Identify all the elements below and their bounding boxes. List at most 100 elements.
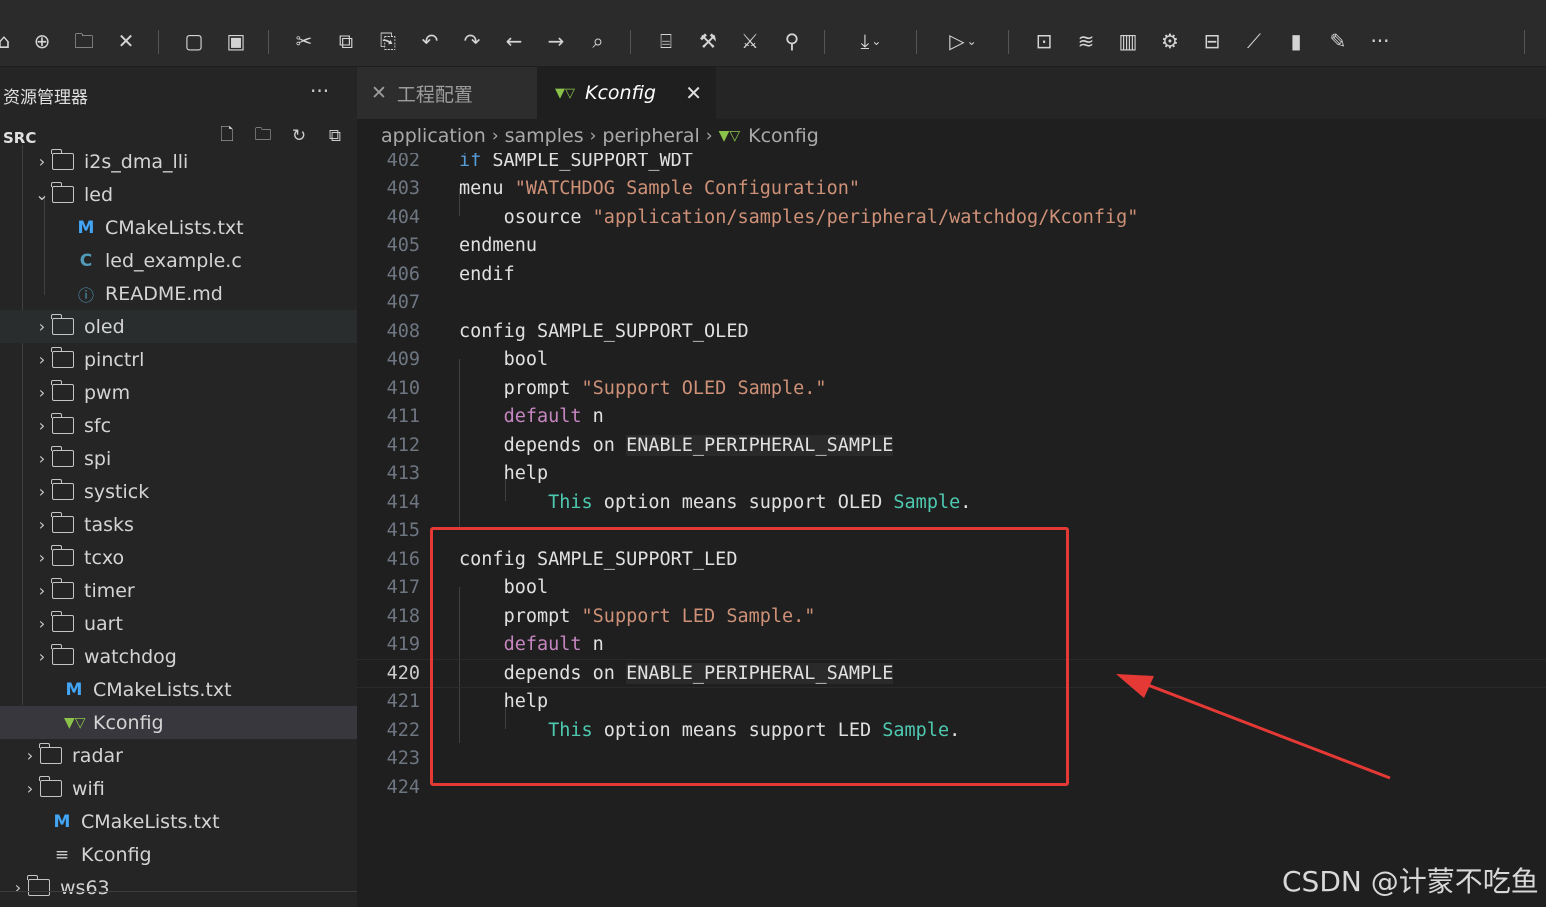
tree-item-pwm[interactable]: › pwm bbox=[0, 376, 357, 409]
editor-tabs: ✕ 工程配置 ▼▽ Kconfig ✕ bbox=[357, 67, 1546, 119]
undo-icon[interactable]: ↶ bbox=[416, 27, 444, 55]
main-toolbar: ⌂ ⊕ 🗀 ✕ ▢ ▣ ✂ ⧉ ⎘ ↶ ↷ ← → ⌕ ⌸ ⚒ ⚔ ⚲ ⤓ ⌄ ▷… bbox=[0, 0, 1546, 67]
tree-item-label: CMakeLists.txt bbox=[93, 678, 232, 701]
tree-item-wifi[interactable]: › wifi bbox=[0, 772, 357, 805]
explorer-sidebar: 资源管理器 ··· SRC 🗋 🗀 ↻ ⧉ › i2s_dma_lli ⌄ led … bbox=[0, 67, 357, 907]
tree-item-label: radar bbox=[72, 744, 123, 767]
hammer-icon[interactable]: ⚒ bbox=[694, 27, 722, 55]
stats-icon[interactable]: ▥ bbox=[1114, 27, 1142, 55]
chevron-right-icon: › bbox=[38, 416, 46, 435]
stop-icon[interactable]: ▢ bbox=[180, 27, 208, 55]
line-number: 416 bbox=[386, 548, 420, 570]
tree-item-label: pwm bbox=[84, 381, 131, 404]
tools-icon: ✕ bbox=[371, 82, 387, 104]
line-number: 408 bbox=[386, 320, 420, 342]
tree-item-oled[interactable]: › oled bbox=[0, 310, 357, 343]
build-icon[interactable]: ⌸ bbox=[652, 27, 680, 55]
tab-project-config[interactable]: ✕ 工程配置 bbox=[357, 67, 537, 119]
highlight-box bbox=[430, 527, 1069, 786]
folder-icon bbox=[51, 611, 74, 632]
breadcrumb-item[interactable]: application bbox=[381, 125, 486, 147]
tree-item-i2s_dma_lli[interactable]: › i2s_dma_lli bbox=[0, 145, 357, 178]
tree-item-uart[interactable]: › uart bbox=[0, 607, 357, 640]
tree-item-watchdog[interactable]: › watchdog bbox=[0, 640, 357, 673]
tools-icon[interactable]: ✕ bbox=[112, 27, 140, 55]
line-number: 419 bbox=[386, 634, 420, 656]
download-icon[interactable]: ⤓ ⌄ bbox=[846, 27, 896, 55]
terminal-icon[interactable]: ⊡ bbox=[1030, 27, 1058, 55]
info-icon: ⓘ bbox=[77, 285, 94, 305]
cmake-file-icon: M bbox=[77, 217, 95, 238]
layers-icon[interactable]: ≋ bbox=[1072, 27, 1100, 55]
tree-item-readme[interactable]: ⓘ README.md bbox=[0, 277, 357, 310]
new-file-icon[interactable]: ⊕ bbox=[28, 27, 56, 55]
text-file-icon: ≡ bbox=[54, 844, 70, 865]
explorer-more-button[interactable]: ··· bbox=[310, 79, 329, 103]
chevron-right-icon: › bbox=[38, 647, 46, 666]
tree-item-label: led bbox=[84, 183, 114, 206]
line-number: 415 bbox=[386, 520, 420, 542]
tree-item-samples-cmakelists[interactable]: M CMakeLists.txt bbox=[0, 805, 357, 838]
tree-item-ws63[interactable]: › ws63 bbox=[0, 871, 357, 904]
code-line: 402 if SAMPLE_SUPPORT_WDT bbox=[357, 153, 1546, 175]
chip-icon[interactable]: ⚙ bbox=[1156, 27, 1184, 55]
chart-icon[interactable]: ⟋ bbox=[1240, 27, 1268, 55]
breadcrumb-item[interactable]: samples bbox=[505, 125, 584, 147]
tree-item-systick[interactable]: › systick bbox=[0, 475, 357, 508]
line-number: 420 bbox=[386, 662, 420, 684]
forward-icon[interactable]: → bbox=[542, 27, 570, 55]
breadcrumb-item[interactable]: peripheral bbox=[602, 125, 699, 147]
tree-item-led-cmakelists[interactable]: M CMakeLists.txt bbox=[0, 211, 357, 244]
code-line: 405 endmenu bbox=[357, 232, 1546, 261]
folder-icon bbox=[39, 776, 62, 797]
redo-icon[interactable]: ↷ bbox=[458, 27, 486, 55]
folder-icon bbox=[51, 380, 74, 401]
tree-item-samples-kconfig[interactable]: ≡ Kconfig bbox=[0, 838, 357, 871]
tree-item-timer[interactable]: › timer bbox=[0, 574, 357, 607]
annotation-arrow bbox=[1116, 674, 1391, 780]
toolbar-separator bbox=[1008, 30, 1009, 54]
tree-item-peripheral-cmakelists[interactable]: M CMakeLists.txt bbox=[0, 673, 357, 706]
back-icon[interactable]: ← bbox=[500, 27, 528, 55]
chevron-right-icon: › bbox=[38, 317, 46, 336]
folder-icon bbox=[51, 347, 74, 368]
tree-item-sfc[interactable]: › sfc bbox=[0, 409, 357, 442]
tree-item-spi[interactable]: › spi bbox=[0, 442, 357, 475]
search-icon[interactable]: ⌕ bbox=[584, 27, 612, 55]
copy-icon[interactable]: ⧉ bbox=[332, 27, 360, 55]
tree-item-pinctrl[interactable]: › pinctrl bbox=[0, 343, 357, 376]
folder-open-icon bbox=[51, 182, 74, 203]
explorer-title: 资源管理器 bbox=[3, 88, 88, 108]
rebuild-icon[interactable]: ⚔ bbox=[736, 27, 764, 55]
tree-item-label: CMakeLists.txt bbox=[105, 216, 244, 239]
folder-icon bbox=[51, 545, 74, 566]
debug-icon[interactable]: ▷ ⌄ bbox=[938, 27, 988, 55]
breadcrumb-item[interactable]: Kconfig bbox=[748, 125, 819, 147]
tree-item-led-example-c[interactable]: Cled_example.c bbox=[0, 244, 357, 277]
tree-item-led[interactable]: ⌄ led bbox=[0, 178, 357, 211]
kconfig-file-icon: ▼▽ bbox=[555, 85, 575, 101]
open-folder-icon[interactable]: 🗀 bbox=[70, 27, 98, 55]
line-number: 406 bbox=[386, 263, 420, 285]
tree-item-tcxo[interactable]: › tcxo bbox=[0, 541, 357, 574]
folder-icon bbox=[51, 578, 74, 599]
sidebar-divider bbox=[0, 891, 357, 892]
edit-icon[interactable]: ✎ bbox=[1324, 27, 1352, 55]
paste-icon[interactable]: ⎘ bbox=[374, 27, 402, 55]
code-line: 410 prompt "Support OLED Sample." bbox=[357, 374, 1546, 403]
close-icon[interactable]: ✕ bbox=[685, 81, 702, 105]
cut-icon[interactable]: ✂ bbox=[290, 27, 318, 55]
save-icon[interactable]: ▣ bbox=[222, 27, 250, 55]
clean-icon[interactable]: ⚲ bbox=[778, 27, 806, 55]
chevron-right-icon: › bbox=[38, 515, 46, 534]
tab-kconfig[interactable]: ▼▽ Kconfig ✕ bbox=[537, 67, 716, 119]
folder-icon bbox=[51, 479, 74, 500]
open-icon[interactable]: ⌂ bbox=[0, 27, 18, 55]
monitor-icon[interactable]: ⊟ bbox=[1198, 27, 1226, 55]
more-icon[interactable]: ··· bbox=[1366, 27, 1394, 55]
tree-item-peripheral-kconfig[interactable]: ▼▽ Kconfig bbox=[0, 706, 357, 739]
tree-item-radar[interactable]: › radar bbox=[0, 739, 357, 772]
flash-icon[interactable]: ▮ bbox=[1282, 27, 1310, 55]
tree-item-tasks[interactable]: › tasks bbox=[0, 508, 357, 541]
chevron-right-icon: › bbox=[26, 779, 34, 798]
